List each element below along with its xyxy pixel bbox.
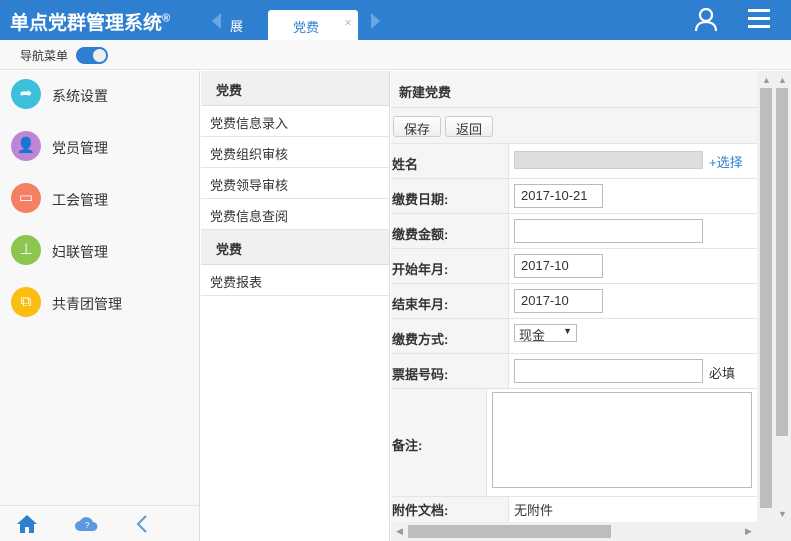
sidebar-item-women-federation[interactable]: ⊥ 妇联管理 [0,227,200,279]
sidebar-item-member-management[interactable]: 👤 党员管理 [0,123,200,175]
sidebar-item-union-management[interactable]: ▭ 工会管理 [0,175,200,227]
payment-method-select[interactable]: 现金 ▼ [514,324,577,343]
attachment-value: 无附件 [514,503,554,518]
tab-scroll-right-icon[interactable] [371,13,380,29]
back-button[interactable]: 返回 [445,116,494,137]
submenu-item-query[interactable]: 党费信息查阅 [201,199,389,230]
required-hint: 必填 [709,366,736,381]
attachment-label: 附件文档: [391,497,509,522]
cloud-icon[interactable]: ? [74,515,98,531]
submenu-group-title: 党费 [201,71,389,106]
submenu-panel: 党费 党费信息录入 党费组织审核 党费领导审核 党费信息查阅 党费 党费报表 [201,71,390,541]
sidebar: ➦ 系统设置 👤 党员管理 ▭ 工会管理 ⊥ 妇联管理 ⧉ 共青团管理 [0,71,200,541]
person-icon: 👤 [11,131,41,161]
transfer-icon: ⧉ [11,287,41,317]
submenu-item-report[interactable]: 党费报表 [201,265,389,296]
submenu-item-org-review[interactable]: 党费组织审核 [201,137,389,168]
sidebar-item-youth-league[interactable]: ⧉ 共青团管理 [0,279,200,331]
briefcase-icon: ▭ [11,183,41,213]
save-button[interactable]: 保存 [393,116,442,137]
form-title: 新建党费 [391,71,757,108]
horizontal-scrollbar[interactable]: ◀ ▶ [391,522,773,541]
hamburger-icon[interactable] [748,9,770,29]
start-month-field[interactable]: 2017-10 [514,254,603,278]
share-arrow-icon: ➦ [11,79,41,109]
chevron-left-icon[interactable] [136,515,148,533]
select-person-link[interactable]: +选择 [709,152,743,171]
home-icon[interactable] [16,514,38,534]
end-month-field[interactable]: 2017-10 [514,289,603,313]
toolbar: 导航菜单 [0,40,791,70]
tab-scroll-left-icon[interactable] [212,13,221,29]
nav-menu-toggle[interactable] [76,47,108,64]
remark-textarea[interactable] [492,392,752,488]
submenu-item-entry[interactable]: 党费信息录入 [201,106,389,137]
tab-dangfei[interactable]: 党费 × [268,10,358,40]
user-icon[interactable] [694,7,718,31]
outer-vertical-scrollbar[interactable]: ▲ ▼ [773,71,791,541]
inner-vertical-scrollbar[interactable]: ▲ [757,71,774,522]
submenu-group-title: 党费 [201,230,389,265]
submenu-item-leader-review[interactable]: 党费领导审核 [201,168,389,199]
new-fee-form: 新建党费 保存 返回 姓名 +选择 缴费日期: 2017-10-21 缴费金额: 开始… [391,71,757,522]
pay-date-field[interactable]: 2017-10-21 [514,184,603,208]
sidebar-footer: ? [0,505,200,541]
svg-text:?: ? [85,521,90,530]
stamp-icon: ⊥ [11,235,41,265]
app-header: 单点党群管理系统® 展 党费 × [0,0,791,40]
tab-partial[interactable]: 展 [230,16,243,35]
receipt-number-field[interactable] [514,359,703,383]
name-field[interactable] [514,151,703,169]
dropdown-arrow-icon: ▼ [563,326,572,336]
amount-field[interactable] [514,219,703,243]
sidebar-item-system-settings[interactable]: ➦ 系统设置 [0,71,200,123]
close-icon[interactable]: × [344,15,352,30]
app-title: 单点党群管理系统® [10,12,171,34]
